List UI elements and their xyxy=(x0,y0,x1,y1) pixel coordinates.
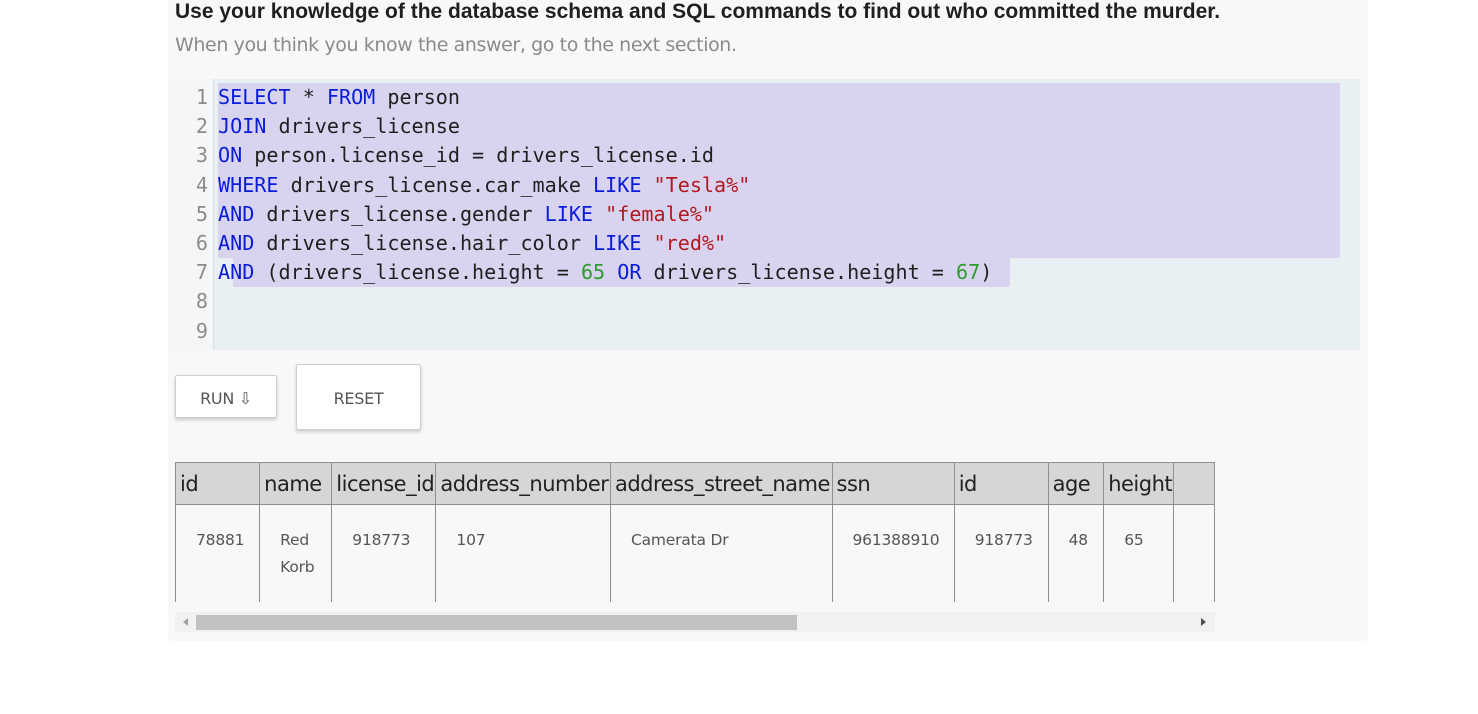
sql-text: drivers_license xyxy=(266,114,460,139)
sql-number: 65 xyxy=(580,260,606,285)
column-header-address-street-name: address_street_name xyxy=(609,462,833,505)
column-header-id: id xyxy=(175,462,261,505)
column-header-overflow xyxy=(1173,462,1215,505)
column-header-address-number: address_number xyxy=(435,462,611,505)
column-header-ssn: ssn xyxy=(831,462,955,505)
column-header-age: age xyxy=(1047,462,1105,505)
instruction-subheading: When you think you know the answer, go t… xyxy=(175,34,737,56)
code-text: ON person.license_id = drivers_license.i… xyxy=(218,141,714,170)
sql-text: * xyxy=(290,85,327,109)
table-row: 78881 Red Korb 918773 107 Camerata Dr 96… xyxy=(175,504,1215,602)
table-cell: 78881 xyxy=(175,504,261,602)
line-number: 7 xyxy=(195,260,208,285)
table-cell: 107 xyxy=(435,504,611,602)
results-table-container[interactable]: id name license_id address_number addres… xyxy=(175,462,1215,602)
sql-text: drivers_license.car_make xyxy=(278,172,594,197)
column-header-height: height xyxy=(1103,462,1175,505)
horizontal-scrollbar[interactable] xyxy=(175,612,1215,632)
column-header-license-table-id: id xyxy=(953,462,1049,505)
line-number: 6 xyxy=(195,231,208,255)
sql-text: drivers_license.gender xyxy=(254,201,545,226)
table-cell-overflow xyxy=(1173,504,1215,602)
sql-string: "Tesla%" xyxy=(653,172,751,197)
sql-keyword: LIKE xyxy=(544,201,594,226)
line-number: 3 xyxy=(195,143,208,168)
table-cell: 918773 xyxy=(331,504,437,602)
line-number: 4 xyxy=(195,172,208,197)
table-header-row: id name license_id address_number addres… xyxy=(175,462,1215,505)
sql-string: "red%" xyxy=(653,231,727,255)
sql-keyword: SELECT xyxy=(218,85,291,109)
column-header-license-id: license_id xyxy=(331,462,437,505)
scrollbar-thumb[interactable] xyxy=(196,615,797,630)
code-text: WHERE drivers_license.car_make LIKE "Tes… xyxy=(218,171,750,200)
sql-text: ) xyxy=(980,260,993,285)
reset-button[interactable]: RESET xyxy=(296,364,421,430)
instruction-heading: Use your knowledge of the database schem… xyxy=(175,0,1221,23)
sql-keyword: JOIN xyxy=(218,114,267,139)
table-cell: 918773 xyxy=(953,504,1049,602)
line-number: 8 xyxy=(195,289,208,314)
run-button[interactable]: RUN ⇩ xyxy=(175,375,277,418)
sql-keyword: ON xyxy=(218,143,243,168)
sql-keyword: AND xyxy=(218,260,255,285)
line-number: 9 xyxy=(195,318,208,343)
code-text: AND drivers_license.hair_color LIKE "red… xyxy=(218,229,726,258)
sql-keyword: AND xyxy=(218,201,255,226)
table-cell: 48 xyxy=(1047,504,1105,602)
sql-text: drivers_license.height = xyxy=(641,260,956,285)
line-number: 1 xyxy=(195,85,208,109)
table-cell: Red Korb xyxy=(259,504,333,602)
sql-text: person xyxy=(375,85,460,109)
sql-text: drivers_license.hair_color xyxy=(254,231,594,255)
results-table: id name license_id address_number addres… xyxy=(175,462,1215,602)
column-header-name: name xyxy=(259,462,333,505)
code-text: AND drivers_license.gender LIKE "female%… xyxy=(218,200,714,229)
sql-keyword: OR xyxy=(617,260,642,285)
sql-text: (drivers_license.height = xyxy=(254,260,581,285)
sql-keyword: WHERE xyxy=(218,172,279,197)
table-cell: 961388910 xyxy=(831,504,955,602)
code-text: AND (drivers_license.height = 65 OR driv… xyxy=(218,258,992,287)
sql-text: person.license_id = drivers_license.id xyxy=(242,143,715,168)
sql-number: 67 xyxy=(956,260,981,285)
code-text: JOIN drivers_license xyxy=(218,112,460,141)
sql-keyword: FROM xyxy=(326,85,376,109)
sql-keyword: LIKE xyxy=(593,231,642,255)
table-cell: Camerata Dr xyxy=(609,504,833,602)
scroll-right-arrow-icon[interactable] xyxy=(1201,618,1206,626)
line-number: 2 xyxy=(195,114,208,139)
scroll-left-arrow-icon[interactable] xyxy=(183,618,188,626)
sql-keyword: LIKE xyxy=(593,172,642,197)
sql-code-editor[interactable]: 1 SELECT * FROM person 2 JOIN drivers_licen… xyxy=(169,79,1360,350)
line-number: 5 xyxy=(195,201,208,226)
sql-string: "female%" xyxy=(605,201,715,226)
code-text: SELECT * FROM person xyxy=(218,83,460,112)
table-cell: 65 xyxy=(1103,504,1175,602)
sql-keyword: AND xyxy=(218,231,255,255)
